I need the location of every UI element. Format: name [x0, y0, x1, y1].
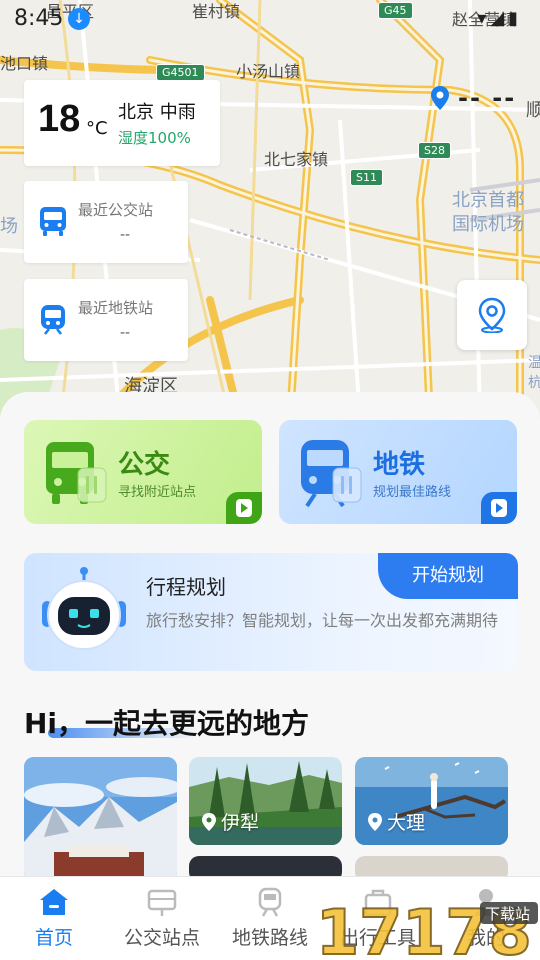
play-icon — [236, 499, 252, 517]
road-shield: S28 — [418, 142, 451, 159]
humidity: 湿度100% — [118, 129, 191, 147]
bus-card-subtitle: 寻找附近站点 — [118, 485, 197, 500]
nav-item-metro-lines[interactable]: 地铁路线 — [216, 877, 324, 960]
city-weather: 北京 中雨 — [118, 102, 196, 123]
trip-planning-description: 旅行愁安排？智能规划，让每一次出发都充满期待 — [146, 611, 499, 630]
map-label: 小汤山镇 — [236, 62, 301, 81]
trip-planning-title: 行程规划 — [146, 575, 226, 599]
signal-icon: ◢ — [490, 8, 509, 29]
bus-illustration-icon — [46, 442, 107, 504]
map-label: 国际机场 — [452, 214, 524, 235]
metro-play-button[interactable] — [481, 492, 517, 524]
start-planning-button[interactable]: 开始规划 — [378, 553, 518, 599]
destination-name: 大理 — [367, 808, 425, 835]
bus-card[interactable]: 公交 寻找附近站点 — [24, 420, 262, 524]
metro-card[interactable]: 地铁 规划最佳路线 — [279, 420, 517, 524]
location-pin-icon — [368, 813, 382, 831]
temperature-unit: °C — [86, 118, 108, 139]
home-panel: 公交 寻找附近站点 地铁 规划最佳路线 行程规划 旅行愁安排？智能规划，让每一次… — [0, 392, 540, 882]
section-title: Hi，一起去更远的地方 — [24, 707, 310, 740]
download-icon: ↓ — [68, 8, 90, 30]
wifi-icon: ▾ — [477, 8, 491, 29]
play-icon — [491, 499, 507, 517]
nearest-bus-station-card[interactable]: 最近公交站 -- — [24, 181, 188, 263]
weather-card[interactable]: 18 °C 北京 中雨 湿度100% — [24, 80, 220, 166]
location-pin-icon — [202, 813, 216, 831]
map-label: 杭 — [528, 375, 540, 391]
robot-icon — [42, 567, 126, 650]
nearest-bus-title: 最近公交站 — [78, 201, 154, 219]
metro-card-title: 地铁 — [373, 450, 426, 480]
nearest-metro-value: -- — [120, 325, 131, 341]
status-bar: 8:45 ↓ ▾◢▮ — [0, 0, 540, 36]
nav-label: 公交站点 — [123, 927, 200, 949]
bus-icon — [40, 207, 66, 236]
nav-label: 首页 — [34, 927, 73, 949]
current-location: -- -- — [458, 84, 517, 112]
temperature: 18 — [38, 98, 81, 140]
road-shield: S11 — [350, 169, 383, 186]
map-label: 温 — [528, 355, 540, 371]
status-icons: ▾◢▮ — [477, 8, 522, 29]
metro-illustration-icon — [301, 440, 362, 508]
nearest-bus-value: -- — [120, 227, 131, 243]
trip-planning-card[interactable]: 行程规划 旅行愁安排？智能规划，让每一次出发都充满期待 开始规划 — [24, 553, 518, 671]
nav-item-bus-stops[interactable]: 公交站点 — [108, 877, 216, 960]
metro-icon — [41, 305, 65, 335]
destination-card[interactable]: 伊犁 — [189, 757, 342, 845]
map-label: 顺 — [526, 100, 540, 121]
locate-icon — [478, 297, 506, 333]
bus-card-title: 公交 — [118, 450, 171, 480]
destination-label: 伊犁 — [221, 812, 260, 834]
nav-label: 地铁路线 — [231, 927, 308, 949]
metro-icon — [258, 887, 282, 917]
destination-card[interactable] — [24, 757, 177, 882]
watermark-badge: 下载站 — [485, 905, 530, 923]
nearest-metro-station-card[interactable]: 最近地铁站 -- — [24, 279, 188, 361]
metro-card-subtitle: 规划最佳路线 — [373, 485, 452, 500]
status-time: 8:45 — [14, 6, 64, 31]
nearest-metro-title: 最近地铁站 — [78, 299, 154, 317]
site-watermark: 17178 下载站 — [316, 896, 538, 960]
destination-card[interactable]: 大理 — [355, 757, 508, 845]
home-icon — [40, 889, 68, 915]
location-pin-icon — [431, 86, 449, 110]
map-label: 池口镇 — [0, 54, 49, 73]
road-shield: G4501 — [156, 64, 205, 81]
map-label: 场 — [0, 216, 18, 237]
bus-play-button[interactable] — [226, 492, 262, 524]
map-label: 北七家镇 — [264, 150, 329, 169]
map-label: 北京首都 — [452, 190, 524, 211]
destination-image — [24, 757, 177, 882]
destination-name: 伊犁 — [201, 808, 259, 835]
bus-stop-icon — [147, 889, 177, 916]
destination-label: 大理 — [387, 812, 426, 834]
locate-button[interactable] — [457, 280, 527, 350]
battery-icon: ▮ — [508, 8, 522, 29]
nav-item-home[interactable]: 首页 — [0, 877, 108, 960]
